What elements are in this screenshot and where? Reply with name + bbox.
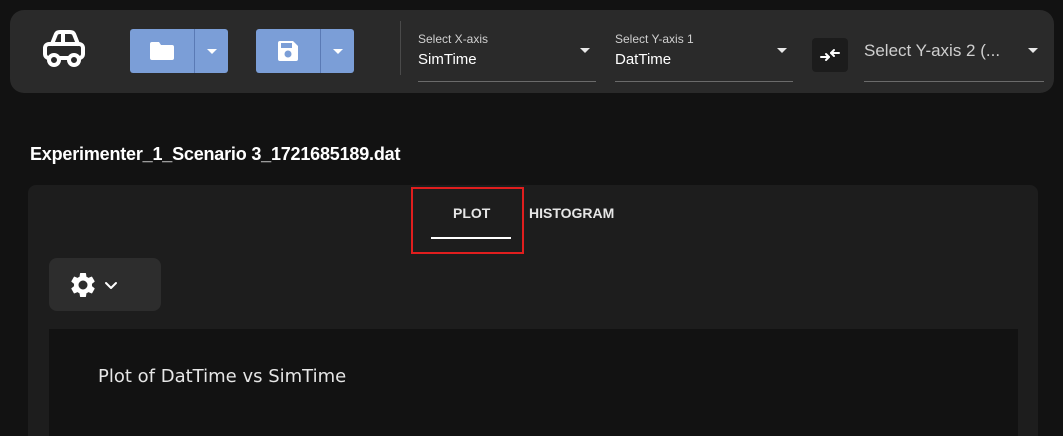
open-split-button (130, 29, 228, 73)
y-axis-2-placeholder: Select Y-axis 2 (... (864, 41, 1001, 60)
folder-icon (150, 42, 174, 60)
chevron-down-icon (206, 48, 217, 54)
tab-histogram[interactable]: HISTOGRAM (529, 205, 614, 221)
x-axis-value: SimTime (418, 51, 477, 68)
x-axis-label: Select X-axis (418, 32, 489, 46)
y-axis-1-select[interactable]: Select Y-axis 1 DatTime (615, 30, 793, 82)
y-axis-1-value: DatTime (615, 51, 672, 68)
y-axis-2-select[interactable]: Select Y-axis 2 (... (864, 30, 1044, 82)
open-menu-button[interactable] (194, 29, 228, 73)
chevron-down-icon (1028, 48, 1038, 53)
car-icon[interactable] (40, 28, 88, 68)
chevron-down-icon (777, 48, 787, 53)
save-button[interactable] (256, 29, 320, 73)
highlight-box (411, 187, 524, 254)
y-axis-1-label: Select Y-axis 1 (615, 32, 694, 46)
floppy-disk-icon (278, 41, 298, 61)
gear-icon (71, 272, 95, 297)
chevron-down-icon (105, 281, 117, 289)
toolbar-divider (400, 21, 401, 75)
x-axis-select[interactable]: Select X-axis SimTime (418, 30, 596, 82)
plot-settings-button[interactable] (49, 258, 161, 311)
swap-axes-button[interactable] (812, 38, 848, 72)
open-button[interactable] (130, 29, 194, 73)
chevron-down-icon (332, 48, 343, 54)
save-menu-button[interactable] (320, 29, 354, 73)
plot-title: Plot of DatTime vs SimTime (98, 366, 347, 387)
save-split-button (256, 29, 354, 73)
chevron-down-icon (580, 48, 590, 53)
swap-arrows-icon (820, 49, 840, 61)
file-name: Experimenter_1_Scenario 3_1721685189.dat (30, 144, 401, 164)
